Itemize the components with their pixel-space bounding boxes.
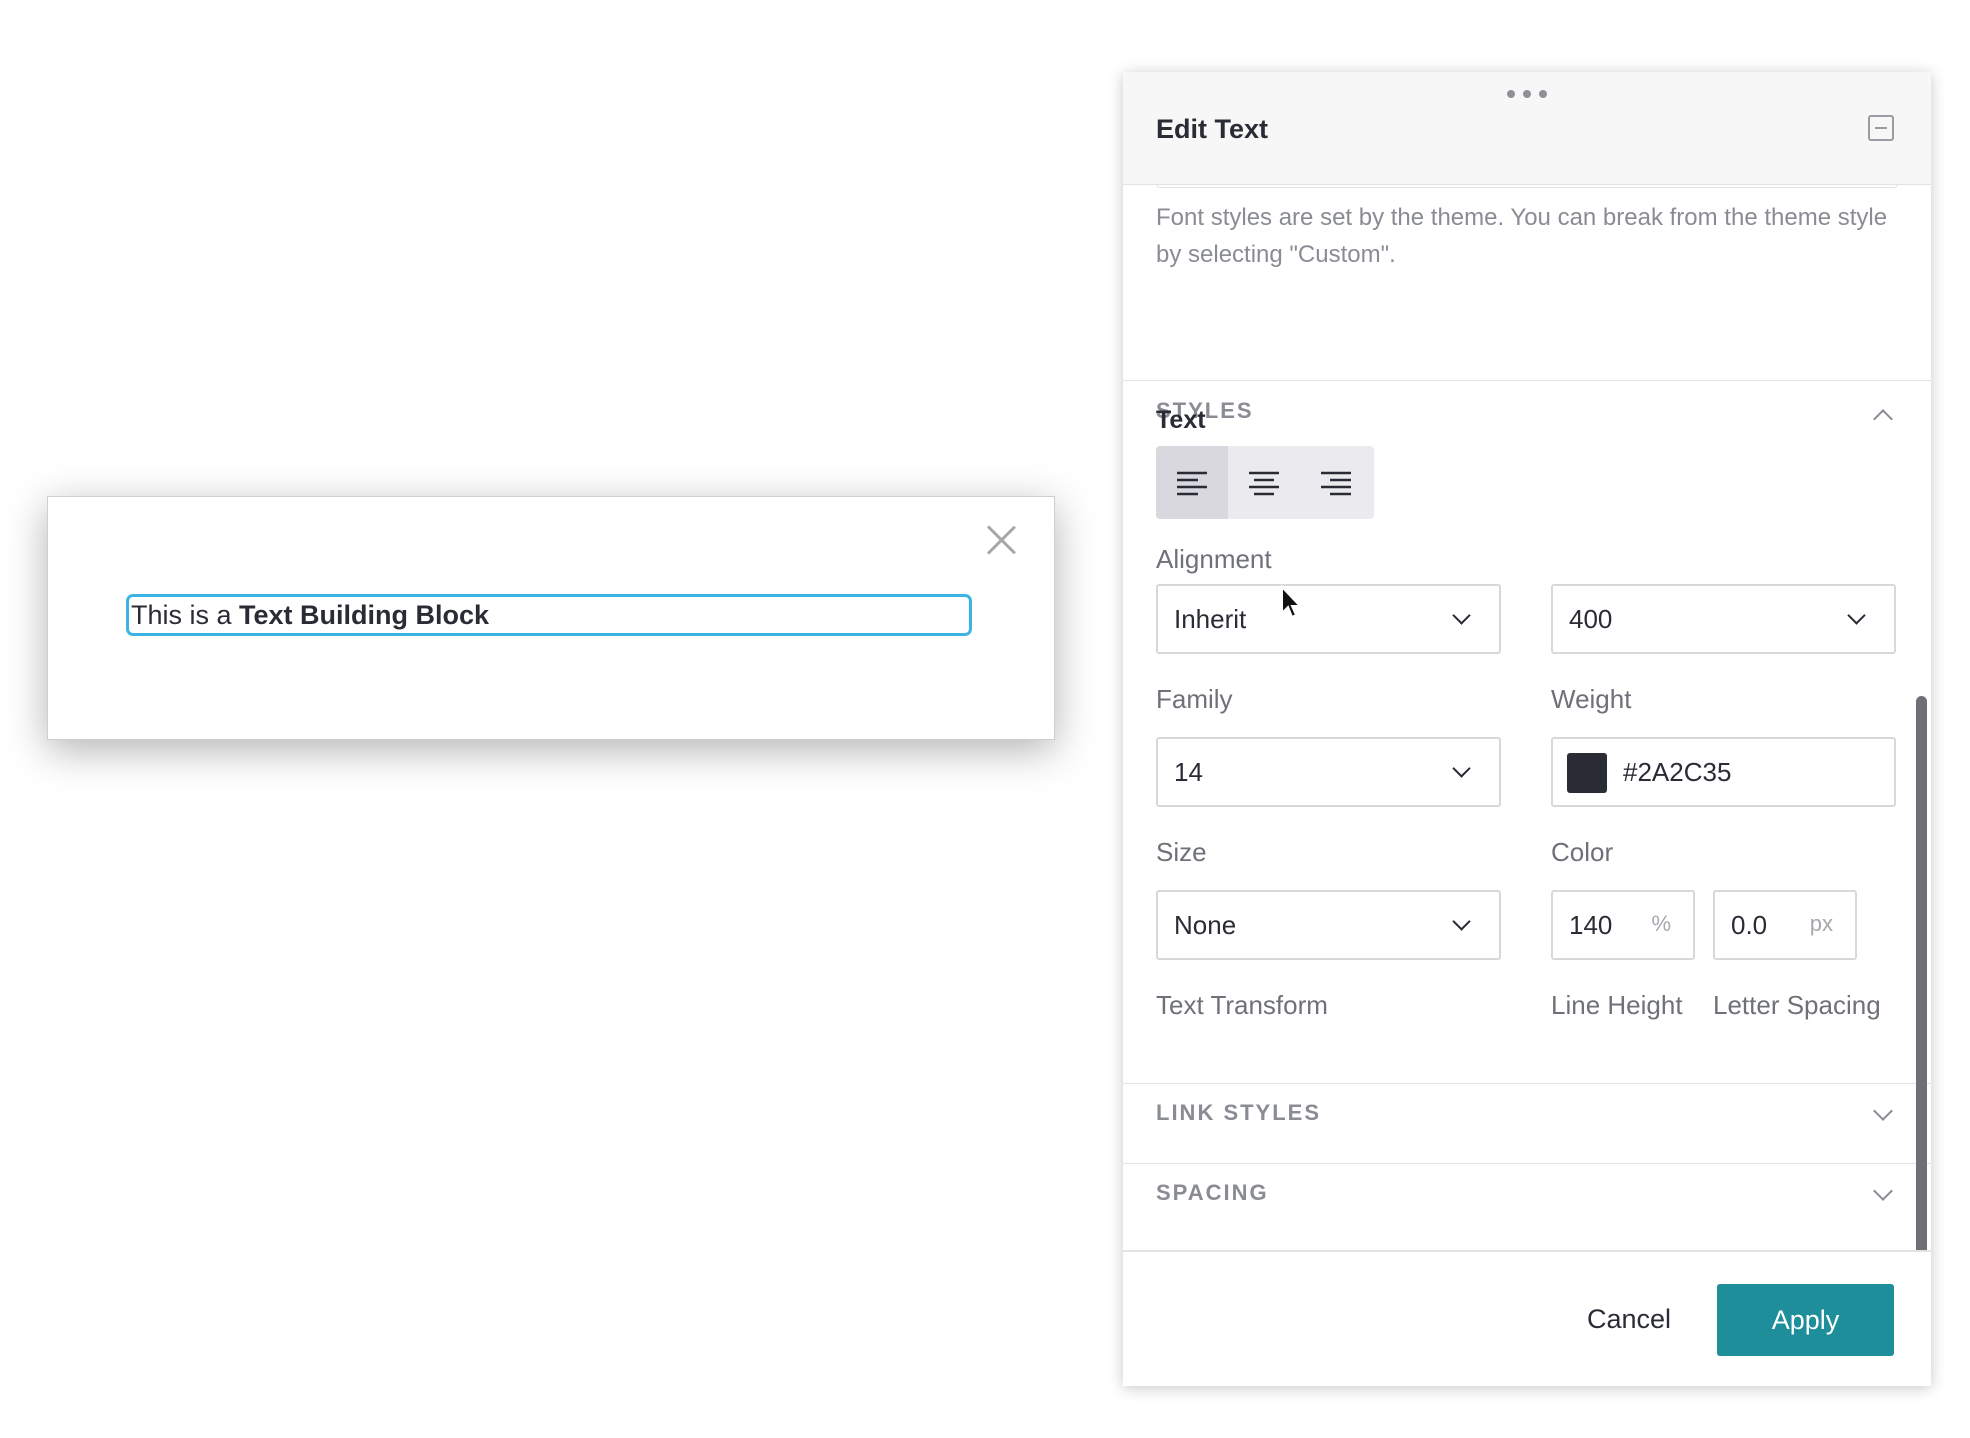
section-header-styles[interactable]: STYLES xyxy=(1123,382,1931,442)
scrollbar[interactable] xyxy=(1916,696,1927,1296)
section-label-link-styles: LINK STYLES xyxy=(1156,1100,1322,1125)
color-label: Color xyxy=(1551,837,1614,867)
color-swatch[interactable] xyxy=(1567,753,1607,793)
line-height-value: 140 xyxy=(1569,910,1613,940)
edit-text-panel: Edit Text Font styles are set by the the… xyxy=(1123,72,1931,1386)
color-input[interactable]: #2A2C35 xyxy=(1551,737,1896,807)
chevron-down-icon xyxy=(1452,912,1471,931)
family-select[interactable]: Inherit xyxy=(1156,584,1501,654)
align-center-icon xyxy=(1249,471,1279,496)
size-select[interactable]: 14 xyxy=(1156,737,1501,807)
letter-spacing-input[interactable]: 0.0 px xyxy=(1713,890,1857,960)
family-label: Family xyxy=(1156,684,1233,714)
section-header-link-styles[interactable]: LINK STYLES xyxy=(1123,1084,1931,1144)
help-text: Font styles are set by the theme. You ca… xyxy=(1156,204,1888,268)
chevron-down-icon xyxy=(1873,1101,1893,1121)
color-value: #2A2C35 xyxy=(1623,757,1732,787)
line-height-unit: % xyxy=(1651,911,1671,936)
letter-spacing-label: Letter Spacing xyxy=(1713,990,1881,1020)
close-icon[interactable] xyxy=(980,519,1022,561)
panel-title: Edit Text xyxy=(1156,114,1269,144)
chevron-down-icon xyxy=(1452,759,1471,778)
section-label-spacing: SPACING xyxy=(1156,1180,1269,1205)
align-left-icon xyxy=(1177,471,1207,496)
letter-spacing-unit: px xyxy=(1809,911,1833,936)
drag-handle-icon[interactable] xyxy=(1507,90,1547,100)
chevron-down-icon xyxy=(1873,1181,1893,1201)
text-subtitle: Text xyxy=(1156,406,1206,434)
text-transform-select[interactable]: None xyxy=(1156,890,1501,960)
text-block-bold: Text Building Block xyxy=(239,600,490,630)
chevron-down-icon xyxy=(1452,606,1471,625)
divider xyxy=(1123,380,1931,381)
mouse-cursor-icon xyxy=(1281,585,1303,619)
align-center-button[interactable] xyxy=(1228,446,1300,519)
text-transform-value: None xyxy=(1174,910,1237,940)
family-value: Inherit xyxy=(1174,604,1247,634)
align-right-button[interactable] xyxy=(1300,446,1372,519)
text-block-normal: This is a xyxy=(131,600,240,630)
text-building-block[interactable]: This is a Text Building Block xyxy=(126,594,972,636)
line-height-input[interactable]: 140 % xyxy=(1551,890,1695,960)
weight-value: 400 xyxy=(1569,604,1613,634)
chevron-down-icon xyxy=(1847,606,1866,625)
align-right-icon xyxy=(1321,471,1351,496)
panel-footer: Cancel Apply xyxy=(1123,1250,1931,1386)
size-label: Size xyxy=(1156,837,1207,867)
alignment-group xyxy=(1156,446,1374,519)
size-value: 14 xyxy=(1174,757,1203,787)
minimize-icon[interactable] xyxy=(1868,115,1894,141)
weight-select[interactable]: 400 xyxy=(1551,584,1896,654)
chevron-up-icon xyxy=(1873,409,1893,429)
section-header-spacing[interactable]: SPACING xyxy=(1123,1164,1931,1224)
line-height-label: Line Height xyxy=(1551,990,1683,1020)
apply-button[interactable]: Apply xyxy=(1717,1284,1894,1356)
cancel-button[interactable]: Cancel xyxy=(1587,1304,1671,1335)
panel-body: Font styles are set by the theme. You ca… xyxy=(1123,184,1931,1322)
alignment-label: Alignment xyxy=(1156,544,1272,574)
panel-header: Edit Text xyxy=(1123,72,1931,185)
letter-spacing-value: 0.0 xyxy=(1731,910,1768,940)
align-left-button[interactable] xyxy=(1156,446,1228,519)
weight-label: Weight xyxy=(1551,684,1632,714)
partial-field-border xyxy=(1156,184,1898,188)
preview-modal: This is a Text Building Block xyxy=(47,496,1055,740)
text-transform-label: Text Transform xyxy=(1156,990,1328,1020)
